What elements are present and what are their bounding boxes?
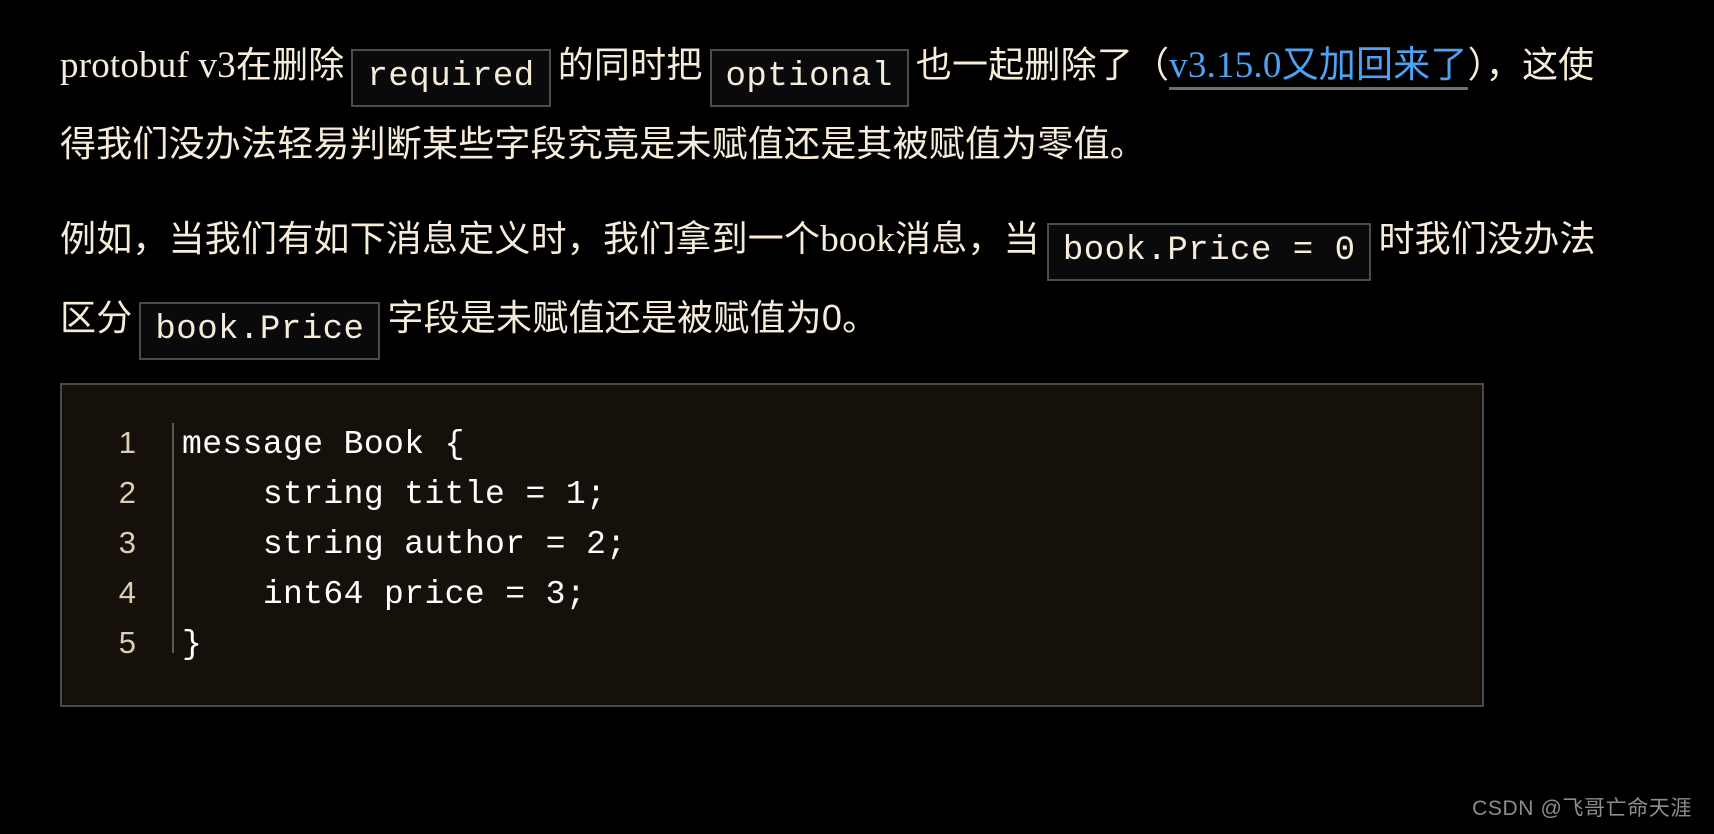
link-v3-15-0-release-note[interactable]: v3.15.0又加回来了 <box>1169 44 1468 90</box>
code-line-text: } <box>182 626 203 663</box>
code-line-text: message Book { <box>182 426 465 463</box>
article-page: protobuf v3在删除 required 的同时把 optional 也一起删除了… <box>0 0 1714 834</box>
code-block-inner: 1 message Book { 2 string title = 1; 3 s… <box>62 385 1482 705</box>
paragraph-2: 例如，当我们有如下消息定义时，我们拿到一个book消息，当 book.Price … <box>60 202 1600 360</box>
p1-text-cjk-3: 也一起删除了（ <box>915 44 1170 85</box>
code-line: 3 string author = 2; <box>62 525 1482 575</box>
csdn-watermark: CSDN @飞哥亡命天涯 <box>1472 797 1692 820</box>
p2-text-latin-1: book <box>820 219 896 260</box>
line-number: 1 <box>118 425 136 460</box>
line-number-separator <box>172 423 174 653</box>
p2-text-cjk-2: 消息，当 <box>895 218 1040 259</box>
inline-code-book-price: book.Price <box>139 302 381 360</box>
code-line: 4 int64 price = 3; <box>62 575 1482 625</box>
link-label-cjk: 又加回来了 <box>1281 44 1468 85</box>
code-line: 2 string title = 1; <box>62 475 1482 525</box>
p1-text-latin-1: protobuf v3 <box>60 45 236 86</box>
p2-text-cjk-4: 字段是未赋值还是被赋值为0。 <box>387 297 879 338</box>
inline-code-optional: optional <box>709 49 909 107</box>
p1-text-cjk-2: 的同时把 <box>557 44 703 85</box>
code-line: 1 message Book { <box>62 425 1482 475</box>
paragraph-1: protobuf v3在删除 required 的同时把 optional 也一起删除了… <box>60 28 1600 182</box>
line-number: 5 <box>118 625 136 660</box>
p2-text-cjk-1: 例如，当我们有如下消息定义时，我们拿到一个 <box>60 218 821 259</box>
inline-code-required: required <box>351 49 551 107</box>
inline-code-book-price-equals-zero: book.Price = 0 <box>1046 223 1372 281</box>
article-body: protobuf v3在删除 required 的同时把 optional 也一起删除了… <box>60 28 1600 360</box>
line-number: 3 <box>118 525 136 560</box>
line-number: 2 <box>118 475 136 510</box>
code-block[interactable]: 1 message Book { 2 string title = 1; 3 s… <box>60 383 1484 707</box>
line-number: 4 <box>118 575 136 610</box>
code-line-text: string author = 2; <box>182 526 627 563</box>
p1-text-cjk-1: 在删除 <box>235 44 345 85</box>
link-label-latin: v3.15.0 <box>1169 45 1282 86</box>
code-line: 5 } <box>62 625 1482 675</box>
code-line-text: string title = 1; <box>182 476 607 513</box>
code-line-text: int64 price = 3; <box>182 576 587 613</box>
